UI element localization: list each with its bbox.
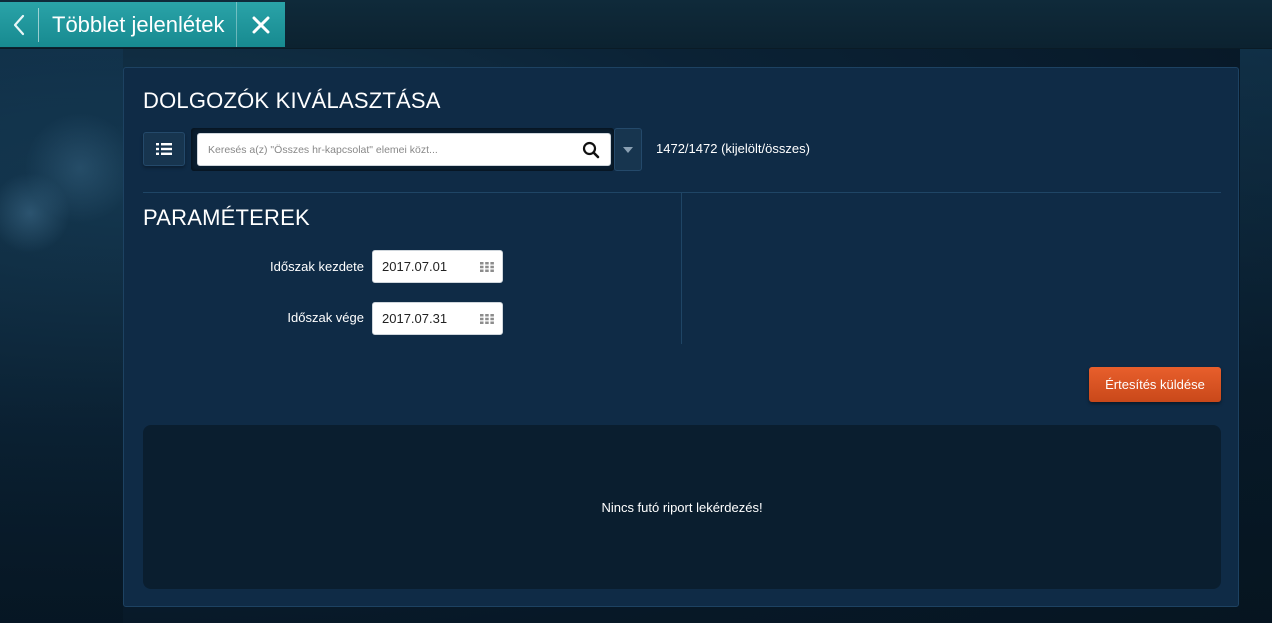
caret-down-icon (623, 146, 633, 153)
employee-search-container (191, 128, 614, 171)
parameters-section-title: PARAMÉTEREK (143, 205, 310, 230)
period-end-label: Időszak vége (287, 310, 364, 325)
period-end-field[interactable]: 2017.07.31 (372, 302, 503, 335)
employee-list-button[interactable] (143, 132, 185, 166)
send-notification-button[interactable]: Értesítés küldése (1089, 367, 1221, 402)
close-icon (252, 16, 270, 33)
period-start-field[interactable]: 2017.07.01 (372, 250, 503, 283)
report-status-message: Nincs futó riport lekérdezés! (601, 499, 763, 515)
filter-dropdown-button[interactable] (614, 128, 642, 171)
period-end-value: 2017.07.31 (382, 311, 448, 326)
list-icon (156, 143, 172, 155)
period-start-label: Időszak kezdete (270, 259, 364, 274)
report-status-box: Nincs futó riport lekérdezés! (143, 425, 1221, 589)
section-divider (143, 192, 1221, 193)
main-panel: DOLGOZÓK KIVÁLASZTÁSA 1472/1472 (kijelöl… (123, 67, 1239, 607)
column-divider (681, 193, 682, 344)
background-city-lights-right (1240, 48, 1272, 623)
calendar-grid-icon (480, 261, 494, 272)
calendar-grid-icon (480, 313, 494, 324)
employees-section-title: DOLGOZÓK KIVÁLASZTÁSA (143, 88, 441, 113)
active-tab[interactable]: Többlet jelenlétek (0, 2, 285, 47)
calendar-button-start[interactable] (472, 251, 502, 282)
search-icon[interactable] (582, 141, 600, 159)
back-button[interactable] (0, 2, 38, 47)
chevron-left-icon (13, 14, 25, 35)
close-button[interactable] (236, 2, 285, 47)
selection-count: 1472/1472 (kijelölt/összes) (656, 141, 810, 156)
top-bar: Többlet jelenlétek (0, 0, 1272, 49)
period-start-value: 2017.07.01 (382, 259, 448, 274)
background-city-lights (0, 48, 123, 623)
calendar-button-end[interactable] (472, 303, 502, 334)
page-title: Többlet jelenlétek (52, 11, 225, 37)
employee-search-input[interactable] (197, 133, 611, 166)
